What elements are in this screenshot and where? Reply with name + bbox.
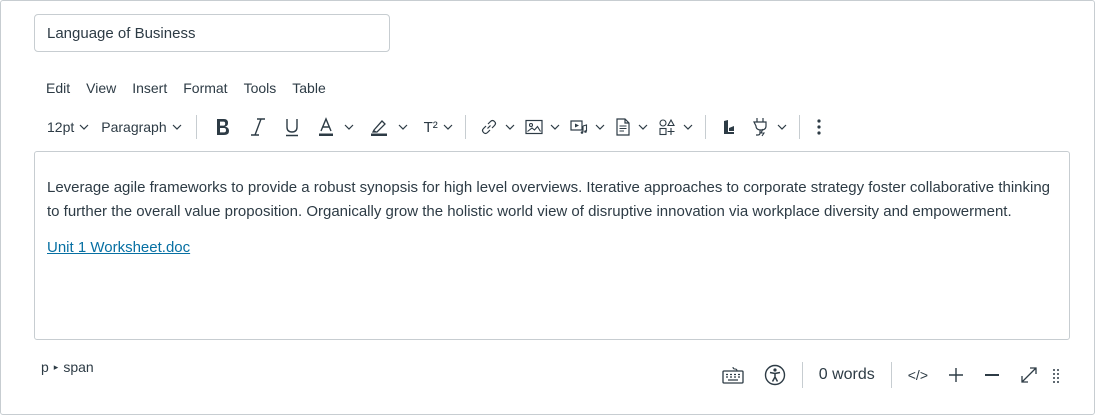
decrease-size-button[interactable] bbox=[974, 361, 1010, 389]
resize-handle[interactable] bbox=[1048, 361, 1064, 389]
chevron-down-icon bbox=[398, 122, 408, 132]
worksheet-link[interactable]: Unit 1 Worksheet.doc bbox=[47, 236, 190, 260]
rich-content-editor: Edit View Insert Format Tools Table 12pt… bbox=[0, 0, 1095, 415]
chevron-down-icon bbox=[344, 122, 354, 132]
link-icon bbox=[481, 119, 496, 135]
text-color-icon bbox=[318, 117, 333, 136]
content-paragraph: Leverage agile frameworks to provide a r… bbox=[47, 179, 1051, 220]
chevron-down-icon bbox=[443, 122, 453, 132]
image-icon bbox=[525, 119, 543, 135]
title-input[interactable] bbox=[34, 14, 390, 52]
element-path: p ▸ span bbox=[41, 359, 94, 375]
underline-icon bbox=[285, 119, 298, 137]
media-icon bbox=[570, 120, 587, 134]
menu-table[interactable]: Table bbox=[284, 79, 333, 99]
path-arrow-icon: ▸ bbox=[53, 361, 59, 372]
accessibility-icon bbox=[764, 364, 785, 386]
minus-icon bbox=[985, 374, 999, 376]
superscript-icon: T² bbox=[423, 118, 438, 136]
media-button[interactable] bbox=[564, 113, 609, 141]
code-icon: </> bbox=[907, 367, 928, 383]
word-count-button[interactable]: 0 words bbox=[809, 361, 885, 389]
chevron-down-icon bbox=[777, 122, 787, 132]
editor-toolbar: 12pt Paragraph T² bbox=[41, 113, 830, 141]
plus-icon bbox=[949, 368, 963, 382]
statusbar-divider bbox=[890, 362, 892, 388]
chevron-down-icon bbox=[595, 122, 605, 132]
plugins-button[interactable] bbox=[744, 113, 791, 141]
app-logo-icon bbox=[723, 120, 734, 134]
bold-icon bbox=[216, 119, 229, 135]
highlight-color-button[interactable] bbox=[358, 113, 412, 141]
chevron-down-icon bbox=[550, 122, 560, 132]
statusbar-controls: 0 words </> bbox=[712, 361, 1064, 389]
link-button[interactable] bbox=[474, 113, 519, 141]
shapes-icon bbox=[659, 118, 675, 136]
underline-button[interactable] bbox=[275, 113, 309, 141]
menu-insert[interactable]: Insert bbox=[124, 79, 175, 99]
menu-format[interactable]: Format bbox=[175, 79, 235, 99]
chevron-down-icon bbox=[638, 122, 648, 132]
statusbar-divider bbox=[801, 362, 803, 388]
path-item-p[interactable]: p bbox=[41, 359, 49, 375]
menu-view[interactable]: View bbox=[78, 79, 124, 99]
chevron-down-icon bbox=[79, 122, 89, 132]
chevron-down-icon bbox=[683, 122, 693, 132]
superscript-button[interactable]: T² bbox=[412, 113, 457, 141]
italic-button[interactable] bbox=[241, 113, 275, 141]
menu-tools[interactable]: Tools bbox=[236, 79, 285, 99]
bold-button[interactable] bbox=[205, 113, 241, 141]
image-button[interactable] bbox=[519, 113, 564, 141]
more-button[interactable] bbox=[808, 113, 830, 141]
toolbar-divider bbox=[798, 115, 800, 139]
toolbar-divider bbox=[195, 115, 197, 139]
toolbar-divider bbox=[704, 115, 706, 139]
toolbar-divider bbox=[464, 115, 466, 139]
keyboard-shortcuts-button[interactable] bbox=[712, 361, 754, 389]
text-color-button[interactable] bbox=[309, 113, 358, 141]
italic-icon bbox=[250, 118, 265, 136]
app-button[interactable] bbox=[714, 113, 744, 141]
accessibility-checker-button[interactable] bbox=[754, 361, 796, 389]
expand-icon bbox=[1021, 367, 1037, 383]
block-format-value: Paragraph bbox=[101, 119, 167, 135]
chevron-down-icon bbox=[505, 122, 515, 132]
menu-edit[interactable]: Edit bbox=[38, 79, 78, 99]
drag-handle-icon bbox=[1053, 369, 1059, 383]
font-size-dropdown[interactable]: 12pt bbox=[41, 113, 95, 141]
more-vertical-icon bbox=[817, 119, 821, 135]
plug-icon bbox=[752, 118, 767, 137]
equation-shapes-button[interactable] bbox=[652, 113, 697, 141]
document-icon bbox=[616, 118, 630, 136]
editor-menubar: Edit View Insert Format Tools Table bbox=[38, 79, 334, 99]
word-count: 0 words bbox=[818, 366, 875, 383]
block-format-dropdown[interactable]: Paragraph bbox=[95, 113, 187, 141]
fullscreen-button[interactable] bbox=[1010, 361, 1048, 389]
path-item-span[interactable]: span bbox=[63, 359, 93, 375]
increase-size-button[interactable] bbox=[938, 361, 974, 389]
editor-content-area[interactable]: Leverage agile frameworks to provide a r… bbox=[34, 151, 1070, 340]
highlighter-icon bbox=[370, 120, 387, 136]
editor-statusbar: p ▸ span 0 words </> bbox=[1, 353, 1095, 399]
html-source-button[interactable]: </> bbox=[898, 361, 938, 389]
chevron-down-icon bbox=[172, 122, 182, 132]
keyboard-icon bbox=[722, 366, 744, 384]
document-button[interactable] bbox=[609, 113, 652, 141]
font-size-value: 12pt bbox=[47, 119, 75, 135]
